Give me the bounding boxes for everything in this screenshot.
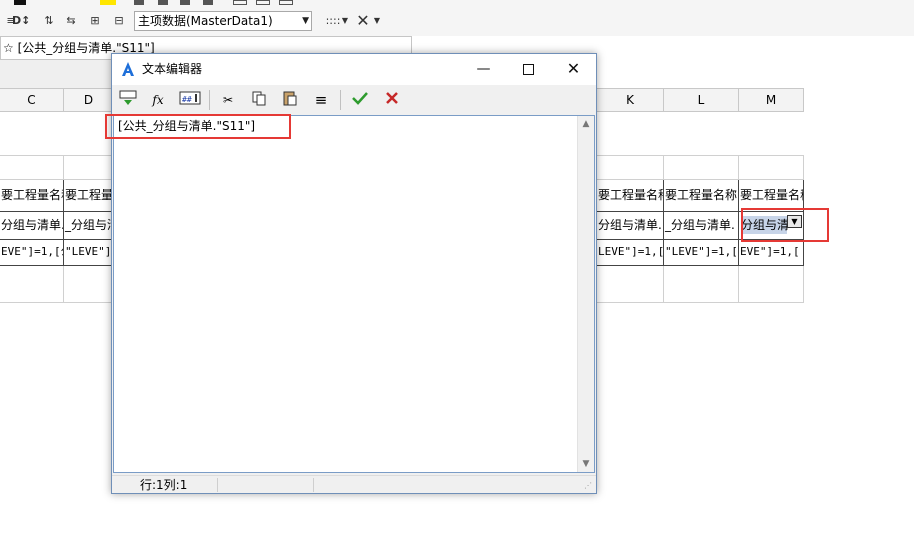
paste-button[interactable]	[279, 90, 301, 110]
scissors-icon: ✂	[222, 93, 234, 107]
minimize-button[interactable]: —	[461, 54, 506, 85]
column-header-m[interactable]: M	[739, 88, 804, 112]
app-logo-icon	[122, 62, 134, 76]
close-button[interactable]: ✕	[551, 54, 596, 85]
resize-grip-icon[interactable]: ⋰	[584, 481, 594, 491]
table-cell[interactable]: 要工程量名称	[664, 180, 739, 212]
checkmark-icon	[352, 92, 368, 105]
table-cell[interactable]: 分组与清单.	[597, 212, 664, 240]
insert-row-icon[interactable]: ⊞	[86, 13, 104, 29]
border-box-icon[interactable]	[233, 0, 247, 5]
report-designer-window: ≡ D↕ ⇅ ⇆ ⊞ ⊟ 主项数据(MasterData1) ▼ :::: ▼ …	[0, 0, 914, 537]
cursor-position: 行:1列:1	[116, 478, 218, 492]
border-all-icon[interactable]	[279, 0, 293, 5]
empty-cell[interactable]	[597, 266, 664, 303]
table-cell[interactable]: "LEVE"]=	[64, 240, 114, 266]
master-data-combo[interactable]: 主项数据(MasterData1) ▼	[134, 11, 312, 31]
column-header-k[interactable]: K	[597, 88, 664, 112]
empty-cell[interactable]	[0, 156, 64, 180]
align-bottom-icon[interactable]	[180, 0, 190, 5]
border-style-chevron-icon[interactable]: ▼	[340, 13, 350, 29]
highlight-box-editor	[105, 114, 291, 139]
empty-cell[interactable]	[739, 266, 804, 303]
cut-button[interactable]: ✂	[217, 90, 239, 110]
column-header-c[interactable]: C	[0, 88, 64, 112]
highlight-box-cell	[741, 208, 829, 242]
insert-field-icon	[119, 90, 137, 105]
copy-button[interactable]	[248, 90, 270, 110]
vertical-scrollbar[interactable]: ▲ ▼	[577, 116, 594, 472]
confirm-button[interactable]	[349, 90, 371, 110]
maximize-icon	[523, 63, 534, 75]
clear-border-chevron-icon[interactable]: ▼	[372, 13, 382, 29]
copy-icon	[252, 91, 266, 106]
align-left-icon[interactable]	[203, 0, 213, 5]
minimize-icon: —	[476, 61, 491, 77]
status-bar: 行:1列:1 ⋰	[112, 475, 596, 493]
dialog-toolbar: fx ## ✂ ≡	[112, 85, 596, 115]
empty-cell[interactable]	[739, 156, 804, 180]
empty-cell[interactable]	[597, 156, 664, 180]
dialog-title: 文本编辑器	[142, 62, 203, 76]
table-cell[interactable]: _分组与清单.	[664, 212, 739, 240]
table-cell[interactable]: 要工程量	[64, 180, 114, 212]
status-pane-empty	[218, 478, 314, 492]
bold-color-icon[interactable]	[14, 0, 26, 5]
align-button[interactable]: ≡	[310, 90, 332, 110]
table-cell[interactable]: 要工程量名称	[0, 180, 64, 212]
merge-cells-icon[interactable]: ⇅	[40, 13, 58, 29]
paragraph-lines-icon: ≡	[314, 91, 328, 109]
paste-icon	[283, 91, 297, 106]
toolbar-separator	[340, 90, 341, 110]
formula-icon: ☆	[3, 41, 14, 55]
chevron-down-icon: ▼	[302, 16, 309, 26]
dialog-title-bar[interactable]: 文本编辑器 — ✕	[112, 54, 596, 85]
empty-cell[interactable]	[64, 156, 114, 180]
insert-field-button[interactable]	[117, 90, 139, 110]
toolbar-separator	[209, 90, 210, 110]
column-header-l[interactable]: L	[664, 88, 739, 112]
table-cell[interactable]: "LEVE"]=1,[公	[664, 240, 739, 266]
table-cell[interactable]: EVE"]=1,[公	[0, 240, 64, 266]
highlight-color-icon[interactable]	[100, 0, 116, 5]
cancel-button[interactable]	[381, 90, 403, 110]
table-cell[interactable]: EVE"]=1,[	[739, 240, 804, 266]
column-header-d[interactable]: D	[64, 88, 114, 112]
close-icon: ✕	[566, 59, 581, 78]
table-cell[interactable]: 要工程量名称	[597, 180, 664, 212]
toolbar-row-bottom: ≡ D↕ ⇅ ⇆ ⊞ ⊟ 主项数据(MasterData1) ▼ :::: ▼ …	[0, 9, 400, 33]
maximize-button[interactable]	[506, 54, 551, 85]
function-fx-icon: fx	[152, 93, 164, 107]
empty-cell[interactable]	[64, 266, 114, 303]
function-button[interactable]: fx	[147, 90, 169, 110]
table-cell[interactable]: _分组与清	[64, 212, 114, 240]
format-button[interactable]: ##	[178, 90, 202, 110]
table-cell[interactable]: LEVE"]=1,[公	[597, 240, 664, 266]
table-cell[interactable]: 分组与清单.	[0, 212, 64, 240]
align-middle-icon[interactable]	[158, 0, 168, 5]
svg-text:##: ##	[182, 95, 192, 104]
number-format-icon: ##	[179, 91, 201, 105]
text-editor-area[interactable]: [公共_分组与清单."S11"] ▲ ▼	[113, 115, 595, 473]
scroll-up-icon[interactable]: ▲	[578, 116, 594, 132]
toolbar-row-top	[0, 0, 300, 8]
align-top-icon[interactable]	[134, 0, 144, 5]
clear-border-icon[interactable]: ✕	[354, 13, 372, 29]
empty-cell[interactable]	[664, 266, 739, 303]
split-cells-icon[interactable]: ⇆	[62, 13, 80, 29]
scroll-down-icon[interactable]: ▼	[578, 456, 594, 472]
vertical-align-icon[interactable]: D↕	[12, 13, 30, 29]
empty-cell[interactable]	[664, 156, 739, 180]
cross-icon	[386, 92, 398, 104]
insert-column-icon[interactable]: ⊟	[110, 13, 128, 29]
border-outer-icon[interactable]	[256, 0, 270, 5]
designer-toolbar: ≡ D↕ ⇅ ⇆ ⊞ ⊟ 主项数据(MasterData1) ▼ :::: ▼ …	[0, 0, 914, 36]
empty-cell[interactable]	[0, 266, 64, 303]
master-data-value: 主项数据(MasterData1)	[138, 14, 273, 28]
